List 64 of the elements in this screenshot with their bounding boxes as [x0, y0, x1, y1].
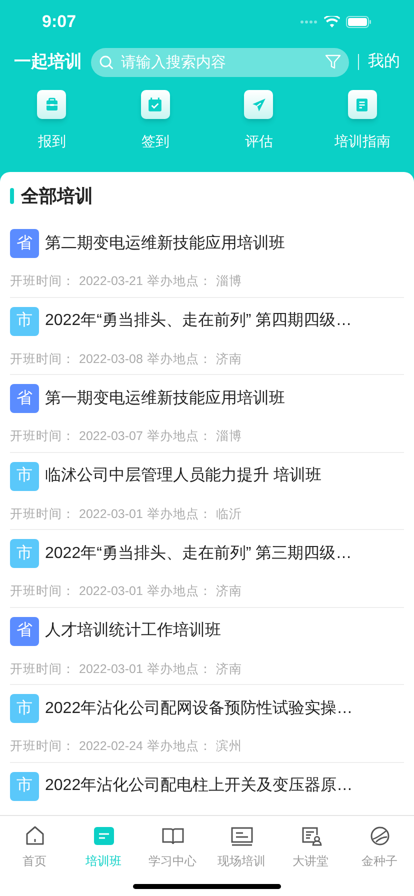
tab-item[interactable]: 培训班: [69, 824, 138, 872]
shortcut-button[interactable]: 评估: [207, 90, 310, 172]
filter-icon[interactable]: [325, 54, 341, 70]
tab-item[interactable]: 学习中心: [138, 824, 207, 872]
tab-item[interactable]: 首页: [0, 824, 69, 872]
level-badge: 市: [10, 462, 39, 490]
meta-label: 开班时间：: [10, 506, 75, 522]
location: 济南: [216, 350, 242, 368]
training-title[interactable]: 第一期变电运维新技能应用培训班: [45, 386, 285, 410]
training-title[interactable]: 2022年沾化公司配电柱上开关及变压器原…: [45, 774, 353, 798]
training-title[interactable]: 2022年“勇当排头、走在前列” 第四期四级…: [45, 309, 352, 333]
level-badge: 省: [10, 229, 39, 258]
start-date: 2022-03-07: [79, 428, 143, 445]
level-badge: 省: [10, 616, 39, 646]
location: 济南: [216, 660, 242, 678]
tab-item[interactable]: 大讲堂: [276, 824, 345, 872]
shortcut-button[interactable]: 报到: [0, 90, 104, 172]
start-date: 2022-03-01: [79, 660, 143, 678]
location: 济南: [216, 583, 242, 600]
meta-label: 开班时间：: [10, 350, 75, 368]
search-icon: [99, 54, 114, 70]
meta-label: 举办地点：: [146, 273, 212, 290]
location: 淄博: [216, 428, 242, 445]
shortcut-button[interactable]: 培训指南: [310, 90, 414, 172]
tab-item[interactable]: 金种子: [345, 824, 414, 872]
shortcut-button[interactable]: 签到: [104, 90, 207, 172]
wifi-icon: [324, 16, 340, 28]
meta-label: 开班时间：: [10, 273, 75, 290]
level-badge: 市: [10, 539, 39, 568]
location: 临沂: [216, 506, 242, 522]
tab-item[interactable]: 现场培训: [207, 824, 276, 872]
meta-label: 举办地点：: [146, 738, 212, 755]
start-date: 2022-03-21: [79, 273, 143, 290]
training-title[interactable]: 2022年“勇当排头、走在前列” 第三期四级…: [45, 542, 352, 566]
level-badge: 市: [10, 306, 39, 336]
level-badge: 市: [10, 772, 39, 800]
section-title: 全部培训: [21, 184, 93, 208]
location: 滨州: [216, 738, 242, 755]
start-date: 2022-03-01: [79, 506, 143, 522]
training-title[interactable]: 人才培训统计工作培训班: [45, 619, 221, 643]
app-title: 一起培训: [14, 51, 82, 74]
training-title[interactable]: 第二期变电运维新技能应用培训班: [45, 232, 285, 256]
battery-icon: [346, 16, 372, 28]
meta-label: 举办地点：: [146, 428, 212, 445]
meta-label: 开班时间：: [10, 738, 75, 755]
profile-link[interactable]: 我的: [368, 50, 400, 74]
meta-label: 开班时间：: [10, 428, 75, 445]
training-title[interactable]: 临沭公司中层管理人员能力提升 培训班: [45, 464, 322, 488]
meta-label: 举办地点：: [146, 583, 212, 600]
level-badge: 省: [10, 384, 39, 413]
signal-icon: [300, 20, 318, 24]
list-icon: [92, 824, 116, 848]
location: 淄博: [216, 273, 242, 290]
level-badge: 市: [10, 694, 39, 723]
meta-label: 举办地点：: [146, 660, 212, 678]
status-time: 9:07: [42, 11, 76, 34]
start-date: 2022-03-08: [79, 350, 143, 368]
meta-label: 举办地点：: [146, 350, 212, 368]
start-date: 2022-02-24: [79, 738, 143, 755]
meta-label: 开班时间：: [10, 660, 75, 678]
training-title[interactable]: 2022年沾化公司配网设备预防性试验实操…: [45, 696, 353, 720]
start-date: 2022-03-01: [79, 583, 143, 600]
meta-label: 举办地点：: [146, 506, 212, 522]
meta-label: 开班时间：: [10, 583, 75, 600]
